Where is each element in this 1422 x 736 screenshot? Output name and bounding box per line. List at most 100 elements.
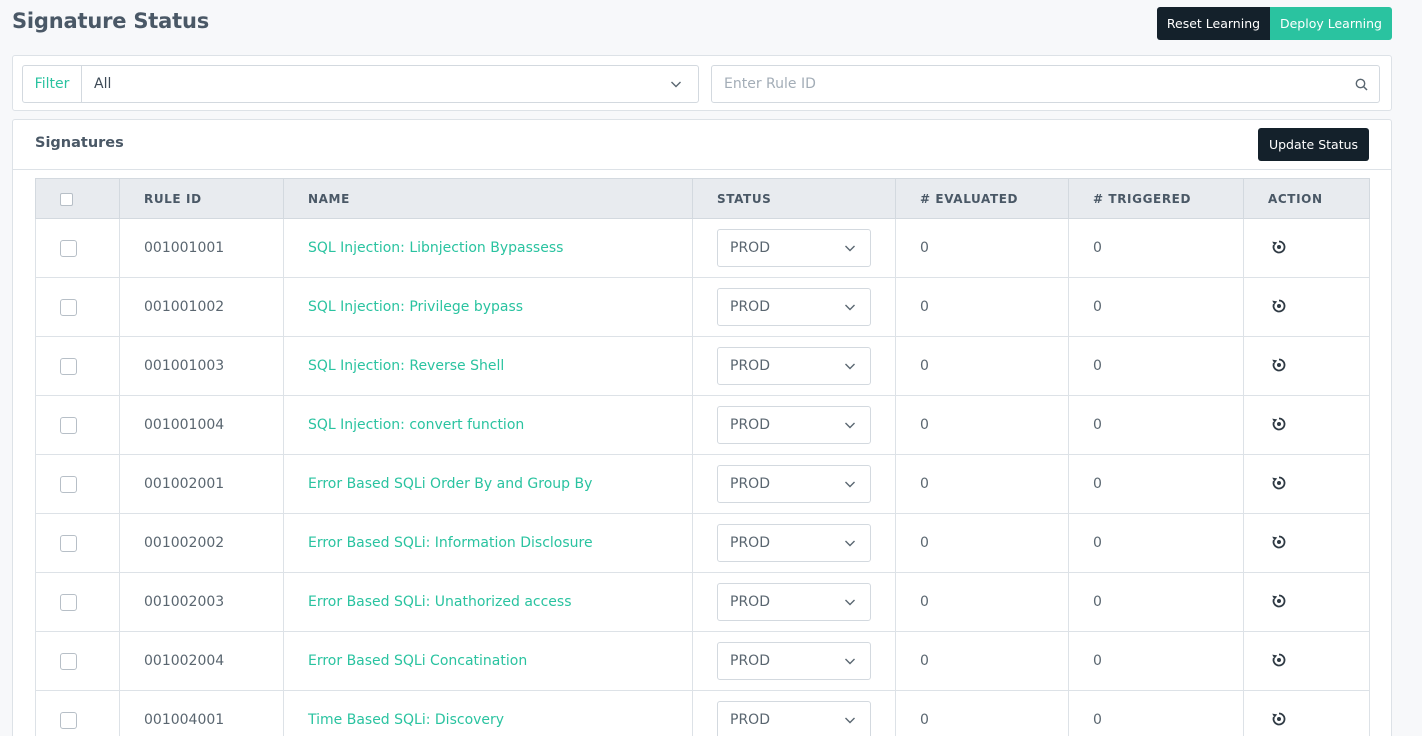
status-select[interactable]: PROD [717, 406, 871, 444]
signatures-card: Signatures Update Status RULE ID NAME ST… [12, 119, 1392, 736]
rule-name-link[interactable]: SQL Injection: Privilege bypass [308, 299, 523, 315]
rule-name-link[interactable]: Error Based SQLi Order By and Group By [308, 476, 592, 492]
row-checkbox[interactable] [60, 711, 77, 729]
column-header-action: ACTION [1243, 178, 1370, 219]
chevron-down-icon [844, 714, 856, 730]
rule-name-link[interactable]: SQL Injection: Reverse Shell [308, 358, 504, 374]
select-all-checkbox[interactable] [60, 192, 73, 206]
evaluated-cell: 0 [895, 336, 1069, 396]
column-header-rule-id: RULE ID [119, 178, 284, 219]
row-checkbox[interactable] [60, 239, 77, 257]
reset-icon[interactable] [1270, 297, 1288, 315]
status-select[interactable]: PROD [717, 347, 871, 385]
name-cell: Error Based SQLi: Unathorized access [283, 572, 693, 632]
chevron-down-icon [844, 537, 856, 553]
filter-select[interactable]: All [82, 66, 698, 102]
action-cell [1243, 454, 1370, 514]
reset-icon[interactable] [1270, 710, 1288, 728]
filter-card: Filter All [12, 55, 1392, 111]
row-checkbox[interactable] [60, 652, 77, 670]
table-row: 001001001 SQL Injection: Libnjection Bypa… [35, 218, 1370, 278]
chevron-down-icon [844, 242, 856, 258]
row-checkbox[interactable] [60, 357, 77, 375]
status-cell: PROD [692, 631, 896, 691]
triggered-cell: 0 [1068, 218, 1244, 278]
filter-group: Filter All [22, 65, 699, 103]
row-checkbox[interactable] [60, 475, 77, 493]
row-checkbox[interactable] [60, 534, 77, 552]
deploy-learning-button[interactable]: Deploy Learning [1270, 7, 1392, 40]
rule-id-search [711, 65, 1380, 103]
reset-icon[interactable] [1270, 592, 1288, 610]
status-select[interactable]: PROD [717, 288, 871, 326]
rule-id-cell: 001001001 [119, 218, 284, 278]
rule-name-link[interactable]: Error Based SQLi Concatination [308, 653, 527, 669]
name-cell: SQL Injection: convert function [283, 395, 693, 455]
status-select[interactable]: PROD [717, 229, 871, 267]
action-cell [1243, 631, 1370, 691]
rule-name-link[interactable]: Time Based SQLi: Discovery [308, 712, 504, 728]
triggered-cell: 0 [1068, 277, 1244, 337]
rule-id-cell: 001002002 [119, 513, 284, 573]
triggered-cell: 0 [1068, 631, 1244, 691]
triggered-cell: 0 [1068, 513, 1244, 573]
reset-learning-button[interactable]: Reset Learning [1157, 7, 1270, 40]
select-all-cell [35, 178, 120, 219]
row-select-cell [35, 631, 120, 691]
row-select-cell [35, 395, 120, 455]
row-select-cell [35, 336, 120, 396]
learning-button-group: Reset Learning Deploy Learning [1157, 7, 1392, 40]
status-cell: PROD [692, 218, 896, 278]
column-header-triggered: # TRIGGERED [1068, 178, 1244, 219]
status-cell: PROD [692, 336, 896, 396]
status-value: PROD [730, 299, 770, 315]
chevron-down-icon [844, 478, 856, 494]
name-cell: Time Based SQLi: Discovery [283, 690, 693, 736]
row-select-cell [35, 454, 120, 514]
filter-select-value: All [94, 76, 112, 92]
row-checkbox[interactable] [60, 416, 77, 434]
rule-id-cell: 001002004 [119, 631, 284, 691]
page-title: Signature Status [12, 9, 209, 33]
row-checkbox[interactable] [60, 298, 77, 316]
table-row: 001001003 SQL Injection: Reverse Shell PRO… [35, 336, 1370, 396]
chevron-down-icon [844, 419, 856, 435]
reset-icon[interactable] [1270, 651, 1288, 669]
chevron-down-icon [670, 78, 682, 94]
row-select-cell [35, 690, 120, 736]
status-select[interactable]: PROD [717, 701, 871, 736]
rule-id-search-input[interactable] [712, 66, 1343, 102]
reset-icon[interactable] [1270, 238, 1288, 256]
status-select[interactable]: PROD [717, 465, 871, 503]
status-value: PROD [730, 358, 770, 374]
rule-name-link[interactable]: Error Based SQLi: Unathorized access [308, 594, 572, 610]
column-header-evaluated: # EVALUATED [895, 178, 1069, 219]
reset-icon[interactable] [1270, 415, 1288, 433]
triggered-cell: 0 [1068, 454, 1244, 514]
row-checkbox[interactable] [60, 593, 77, 611]
rule-name-link[interactable]: SQL Injection: Libnjection Bypassess [308, 240, 563, 256]
triggered-cell: 0 [1068, 690, 1244, 736]
update-status-button[interactable]: Update Status [1258, 128, 1369, 161]
filter-label: Filter [23, 66, 82, 102]
rule-name-link[interactable]: SQL Injection: convert function [308, 417, 524, 433]
rule-name-link[interactable]: Error Based SQLi: Information Disclosure [308, 535, 593, 551]
reset-icon[interactable] [1270, 356, 1288, 374]
status-value: PROD [730, 653, 770, 669]
search-icon[interactable] [1343, 78, 1379, 91]
action-cell [1243, 395, 1370, 455]
status-select[interactable]: PROD [717, 642, 871, 680]
rule-id-cell: 001002001 [119, 454, 284, 514]
signatures-header: Signatures Update Status [13, 120, 1391, 170]
row-select-cell [35, 218, 120, 278]
triggered-cell: 0 [1068, 395, 1244, 455]
status-cell: PROD [692, 454, 896, 514]
status-cell: PROD [692, 690, 896, 736]
status-select[interactable]: PROD [717, 583, 871, 621]
reset-icon[interactable] [1270, 474, 1288, 492]
reset-icon[interactable] [1270, 533, 1288, 551]
table-row: 001002004 Error Based SQLi Concatination P… [35, 631, 1370, 691]
chevron-down-icon [844, 360, 856, 376]
evaluated-cell: 0 [895, 277, 1069, 337]
status-select[interactable]: PROD [717, 524, 871, 562]
